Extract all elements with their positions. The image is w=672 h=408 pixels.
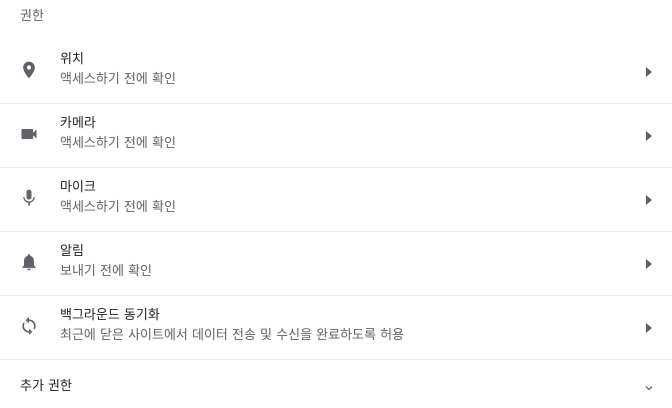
permission-sublabel: 액세스하기 전에 확인 [60,200,176,215]
permission-label: 카메라 [60,116,96,131]
additional-permissions-toggle[interactable]: 추가 권한 [0,366,672,408]
permission-sublabel: 액세스하기 전에 확인 [60,72,176,87]
arrow-right-icon [644,66,654,78]
bell-icon [19,252,39,272]
permission-label: 알림 [60,244,84,259]
arrow-right-icon [644,322,654,334]
permission-row-notifications[interactable]: 알림 보내기 전에 확인 [0,232,672,296]
sync-icon [19,316,39,336]
arrow-right-icon [644,194,654,206]
additional-permissions-label: 추가 권한 [20,379,72,394]
section-title: 권한 [20,9,44,24]
permission-row-background-sync[interactable]: 백그라운드 동기화 최근에 닫은 사이트에서 데이터 전송 및 수신을 완료하도… [0,296,672,360]
permission-sublabel: 보내기 전에 확인 [60,264,152,279]
videocam-icon [19,124,39,144]
chevron-down-icon [642,380,656,394]
permission-row-location[interactable]: 위치 액세스하기 전에 확인 [0,40,672,104]
permission-label: 마이크 [60,180,96,195]
permission-row-camera[interactable]: 카메라 액세스하기 전에 확인 [0,104,672,168]
permission-row-microphone[interactable]: 마이크 액세스하기 전에 확인 [0,168,672,232]
permissions-list: 위치 액세스하기 전에 확인 카메라 액세스하기 전에 확인 마이크 액세스하기… [0,40,672,360]
arrow-right-icon [644,258,654,270]
location-pin-icon [19,60,39,80]
arrow-right-icon [644,130,654,142]
permission-label: 백그라운드 동기화 [60,308,160,323]
permission-sublabel: 액세스하기 전에 확인 [60,136,176,151]
microphone-icon [19,188,39,208]
permission-sublabel: 최근에 닫은 사이트에서 데이터 전송 및 수신을 완료하도록 허용 [60,328,405,343]
permission-label: 위치 [60,52,84,67]
